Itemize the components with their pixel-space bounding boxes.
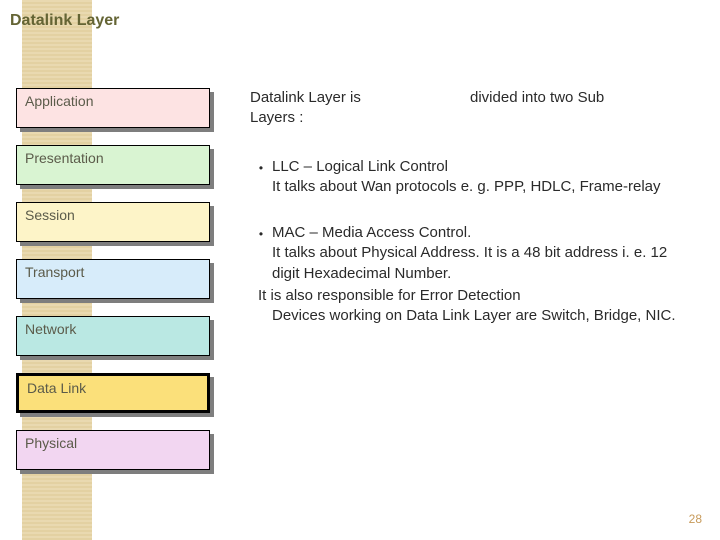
layer-box: Physical [16,430,210,470]
layer-presentation: Presentation [16,145,214,185]
layer-box: Presentation [16,145,210,185]
layer-transport: Transport [16,259,214,299]
layer-box: Network [16,316,210,356]
bullet-mac: • MAC – Media Access Control. It talks a… [250,223,690,326]
layer-box: Data Link [16,373,210,413]
osi-layer-stack: Application Presentation Session Transpo… [16,88,214,487]
page-number: 28 [689,512,702,526]
bullet-head: LLC – Logical Link Control [272,157,690,177]
bullet-text: MAC – Media Access Control. It talks abo… [272,223,690,326]
bullet-line: It is also responsible for Error Detecti… [258,286,690,306]
layer-box: Transport [16,259,210,299]
bullet-line: Devices working on Data Link Layer are S… [272,306,690,326]
bullet-line: It talks about Physical Address. It is a… [272,243,690,284]
intro-text-right: divided into two Sub [470,88,690,108]
intro-row: Datalink Layer is divided into two Sub [250,88,690,108]
layer-data-link: Data Link [16,373,214,413]
bullet-marker: • [250,223,272,326]
layer-session: Session [16,202,214,242]
bullet-llc: • LLC – Logical Link Control It talks ab… [250,157,690,198]
layer-box: Application [16,88,210,128]
bullet-head: MAC – Media Access Control. [272,223,690,243]
layer-application: Application [16,88,214,128]
bullet-text: LLC – Logical Link Control It talks abou… [272,157,690,198]
layer-network: Network [16,316,214,356]
bullet-line: It talks about Wan protocols e. g. PPP, … [272,177,690,197]
content-area: Datalink Layer is divided into two Sub L… [250,88,690,352]
intro-text-left: Datalink Layer is [250,88,470,108]
intro-text-below: Layers : [250,108,690,128]
slide: Datalink Layer Application Presentation … [0,0,720,540]
bullet-list: • LLC – Logical Link Control It talks ab… [250,157,690,327]
bullet-marker: • [250,157,272,198]
layer-physical: Physical [16,430,214,470]
slide-title: Datalink Layer [10,12,119,30]
layer-box: Session [16,202,210,242]
